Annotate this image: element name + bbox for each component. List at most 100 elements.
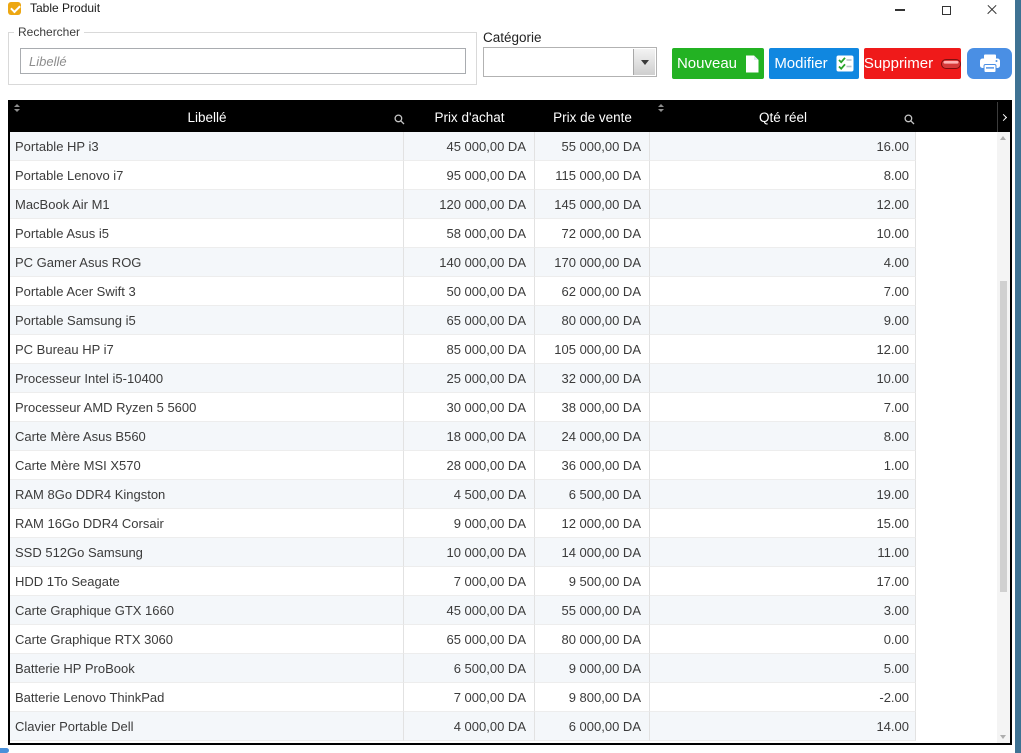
cell-prix-vente[interactable]: 145 000,00 DA [535,190,650,219]
cell-prix-achat[interactable]: 58 000,00 DA [404,219,535,248]
cell-prix-vente[interactable]: 80 000,00 DA [535,625,650,654]
cell-prix-achat[interactable]: 4 500,00 DA [404,480,535,509]
cell-qte-reel[interactable]: 10.00 [650,219,916,248]
cell-libelle[interactable]: Carte Graphique RTX 3060 [10,625,404,654]
cell-qte-reel[interactable]: 7.00 [650,277,916,306]
vertical-scrollbar[interactable] [997,132,1010,743]
category-dropdown-button[interactable] [633,49,655,75]
cell-qte-reel[interactable]: 8.00 [650,161,916,190]
cell-prix-achat[interactable]: 65 000,00 DA [404,625,535,654]
cell-libelle[interactable]: Batterie HP ProBook [10,654,404,683]
cell-libelle[interactable]: Carte Mère MSI X570 [10,451,404,480]
cell-qte-reel[interactable]: 10.00 [650,364,916,393]
column-header-qte-reel[interactable]: Qté réel [650,102,916,132]
cell-libelle[interactable]: Portable Samsung i5 [10,306,404,335]
cell-libelle[interactable]: Portable Lenovo i7 [10,161,404,190]
cell-prix-vente[interactable]: 36 000,00 DA [535,451,650,480]
cell-libelle[interactable]: Portable HP i3 [10,132,404,161]
table-row[interactable]: RAM 8Go DDR4 Kingston 4 500,00 DA 6 500,… [10,480,997,509]
cell-prix-achat[interactable]: 6 500,00 DA [404,654,535,683]
cell-prix-vente[interactable]: 170 000,00 DA [535,248,650,277]
maximize-button[interactable] [929,0,963,20]
cell-libelle[interactable]: Clavier Portable Dell [10,712,404,741]
cell-prix-achat[interactable]: 140 000,00 DA [404,248,535,277]
cell-libelle[interactable]: Carte Mère Asus B560 [10,422,404,451]
cell-prix-achat[interactable]: 45 000,00 DA [404,596,535,625]
cell-prix-vente[interactable]: 62 000,00 DA [535,277,650,306]
table-row[interactable]: Carte Graphique RTX 3060 65 000,00 DA 80… [10,625,997,654]
cell-prix-achat[interactable]: 45 000,00 DA [404,132,535,161]
table-row[interactable]: Portable Asus i5 58 000,00 DA 72 000,00 … [10,219,997,248]
cell-qte-reel[interactable]: 16.00 [650,132,916,161]
nouveau-button[interactable]: Nouveau [672,48,764,79]
cell-prix-vente[interactable]: 72 000,00 DA [535,219,650,248]
cell-prix-vente[interactable]: 80 000,00 DA [535,306,650,335]
cell-qte-reel[interactable]: 19.00 [650,480,916,509]
cell-qte-reel[interactable]: 14.00 [650,712,916,741]
cell-qte-reel[interactable]: 4.00 [650,248,916,277]
cell-libelle[interactable]: Processeur Intel i5-10400 [10,364,404,393]
table-row[interactable]: SSD 512Go Samsung 10 000,00 DA 14 000,00… [10,538,997,567]
cell-prix-vente[interactable]: 9 800,00 DA [535,683,650,712]
column-header-prix-achat[interactable]: Prix d'achat [404,102,535,132]
cell-libelle[interactable]: Carte Graphique GTX 1660 [10,596,404,625]
cell-prix-vente[interactable]: 55 000,00 DA [535,132,650,161]
modifier-button[interactable]: Modifier [769,48,859,79]
table-row[interactable]: Carte Mère MSI X570 28 000,00 DA 36 000,… [10,451,997,480]
cell-libelle[interactable]: SSD 512Go Samsung [10,538,404,567]
cell-prix-vente[interactable]: 105 000,00 DA [535,335,650,364]
scroll-right-button[interactable] [997,102,1010,132]
cell-prix-vente[interactable]: 32 000,00 DA [535,364,650,393]
table-row[interactable]: Clavier Portable Dell 4 000,00 DA 6 000,… [10,712,997,741]
cell-prix-achat[interactable]: 28 000,00 DA [404,451,535,480]
cell-libelle[interactable]: RAM 16Go DDR4 Corsair [10,509,404,538]
cell-qte-reel[interactable]: 12.00 [650,190,916,219]
table-row[interactable]: RAM 16Go DDR4 Corsair 9 000,00 DA 12 000… [10,509,997,538]
table-row[interactable]: Carte Graphique GTX 1660 45 000,00 DA 55… [10,596,997,625]
cell-prix-achat[interactable]: 85 000,00 DA [404,335,535,364]
table-row[interactable]: Portable Samsung i5 65 000,00 DA 80 000,… [10,306,997,335]
cell-prix-achat[interactable]: 7 000,00 DA [404,567,535,596]
table-row[interactable]: Portable HP i3 45 000,00 DA 55 000,00 DA… [10,132,997,161]
table-row[interactable]: Batterie HP ProBook 6 500,00 DA 9 000,00… [10,654,997,683]
scroll-up-icon[interactable] [1000,136,1006,140]
cell-prix-vente[interactable]: 55 000,00 DA [535,596,650,625]
cell-libelle[interactable]: Batterie Lenovo ThinkPad [10,683,404,712]
cell-qte-reel[interactable]: 7.00 [650,393,916,422]
cell-prix-achat[interactable]: 50 000,00 DA [404,277,535,306]
cell-qte-reel[interactable]: 15.00 [650,509,916,538]
table-row[interactable]: Processeur Intel i5-10400 25 000,00 DA 3… [10,364,997,393]
table-row[interactable]: Batterie Lenovo ThinkPad 7 000,00 DA 9 8… [10,683,997,712]
close-button[interactable] [975,0,1009,20]
cell-prix-vente[interactable]: 38 000,00 DA [535,393,650,422]
table-row[interactable]: PC Gamer Asus ROG 140 000,00 DA 170 000,… [10,248,997,277]
cell-qte-reel[interactable]: 17.00 [650,567,916,596]
cell-qte-reel[interactable]: 3.00 [650,596,916,625]
cell-qte-reel[interactable]: 5.00 [650,654,916,683]
column-header-prix-vente[interactable]: Prix de vente [535,102,650,132]
cell-prix-achat[interactable]: 4 000,00 DA [404,712,535,741]
cell-prix-achat[interactable]: 25 000,00 DA [404,364,535,393]
cell-libelle[interactable]: PC Bureau HP i7 [10,335,404,364]
cell-prix-achat[interactable]: 7 000,00 DA [404,683,535,712]
cell-libelle[interactable]: Processeur AMD Ryzen 5 5600 [10,393,404,422]
cell-prix-achat[interactable]: 120 000,00 DA [404,190,535,219]
table-row[interactable]: Carte Mère Asus B560 18 000,00 DA 24 000… [10,422,997,451]
cell-libelle[interactable]: PC Gamer Asus ROG [10,248,404,277]
cell-qte-reel[interactable]: 12.00 [650,335,916,364]
cell-prix-vente[interactable]: 6 000,00 DA [535,712,650,741]
cell-libelle[interactable]: Portable Asus i5 [10,219,404,248]
cell-qte-reel[interactable]: 0.00 [650,625,916,654]
cell-prix-achat[interactable]: 10 000,00 DA [404,538,535,567]
cell-libelle[interactable]: HDD 1To Seagate [10,567,404,596]
cell-prix-vente[interactable]: 12 000,00 DA [535,509,650,538]
table-row[interactable]: Portable Acer Swift 3 50 000,00 DA 62 00… [10,277,997,306]
cell-libelle[interactable]: RAM 8Go DDR4 Kingston [10,480,404,509]
cell-prix-vente[interactable]: 9 000,00 DA [535,654,650,683]
category-combobox[interactable] [483,47,657,77]
cell-qte-reel[interactable]: 9.00 [650,306,916,335]
supprimer-button[interactable]: Supprimer [864,48,961,79]
cell-qte-reel[interactable]: 8.00 [650,422,916,451]
cell-prix-achat[interactable]: 9 000,00 DA [404,509,535,538]
table-row[interactable]: HDD 1To Seagate 7 000,00 DA 9 500,00 DA … [10,567,997,596]
